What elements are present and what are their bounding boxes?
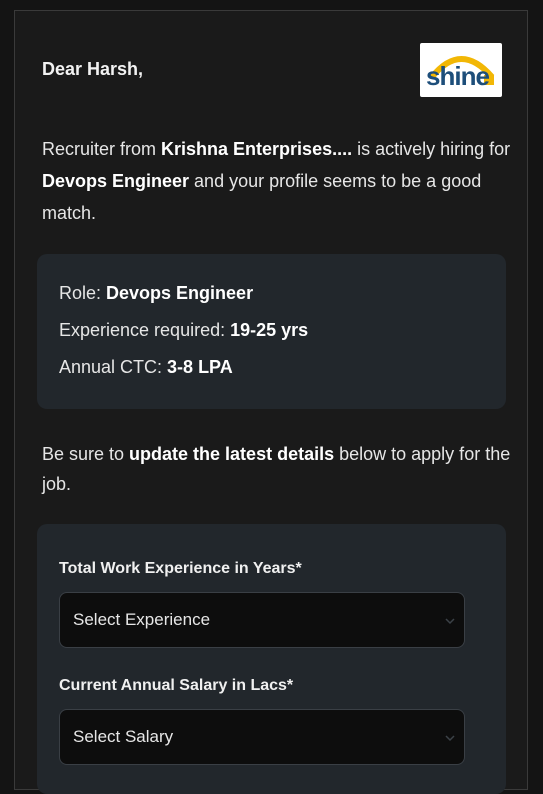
experience-select-value: Select Experience [73, 610, 211, 629]
shine-logo: shine [420, 43, 502, 97]
apply-form-card: Total Work Experience in Years* Select E… [37, 524, 506, 794]
experience-field-label: Total Work Experience in Years* [59, 560, 302, 577]
intro-text-2: is actively hiring for [352, 139, 511, 159]
email-frame: Dear Harsh, shine Recruiter from Krishna… [14, 10, 528, 794]
experience-select[interactable]: Select Experience [59, 592, 465, 648]
job-role-value: Devops Engineer [106, 283, 254, 303]
job-ctc-line: Annual CTC: 3-8 LPA [59, 357, 233, 378]
salary-select[interactable]: Select Salary [59, 709, 465, 765]
greeting: Dear Harsh, [42, 59, 144, 79]
job-ctc-label: Annual CTC: [59, 357, 168, 377]
role-name: Devops Engineer [42, 171, 190, 191]
salary-select-value: Select Salary [73, 727, 174, 746]
job-experience-label: Experience required: [59, 320, 231, 340]
update-text-bold: update the latest details [129, 444, 335, 464]
job-experience-line: Experience required: 19-25 yrs [59, 320, 308, 341]
job-role-line: Role: Devops Engineer [59, 283, 253, 304]
update-paragraph: Be sure to update the latest details bel… [42, 439, 512, 499]
job-role-label: Role: [59, 283, 107, 303]
job-ctc-value: 3-8 LPA [167, 357, 233, 377]
logo-wordmark: shine [426, 61, 490, 91]
intro-text-1: Recruiter from [42, 139, 162, 159]
salary-field-label: Current Annual Salary in Lacs* [59, 677, 294, 694]
intro-paragraph: Recruiter from Krishna Enterprises.... i… [42, 133, 512, 229]
chevron-down-icon [445, 735, 455, 742]
job-details-card: Role: Devops Engineer Experience require… [37, 254, 506, 409]
chevron-down-icon [445, 618, 455, 625]
company-name: Krishna Enterprises.... [161, 139, 353, 159]
job-experience-value: 19-25 yrs [230, 320, 309, 340]
update-text-1: Be sure to [42, 444, 130, 464]
